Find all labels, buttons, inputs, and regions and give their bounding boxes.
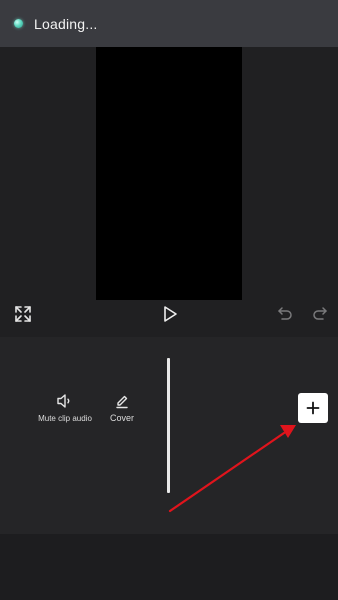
fullscreen-icon (15, 306, 31, 322)
add-clip-button[interactable] (298, 393, 328, 423)
cover-button[interactable]: Cover (104, 393, 140, 423)
redo-button[interactable] (311, 305, 329, 323)
video-frame[interactable] (96, 47, 242, 300)
timeline-playhead[interactable] (167, 358, 170, 493)
mute-clip-audio-button[interactable]: Mute clip audio (36, 393, 94, 423)
pencil-icon (116, 395, 128, 409)
status-text: Loading... (34, 15, 98, 32)
cover-label: Cover (109, 413, 134, 423)
fullscreen-button[interactable] (13, 304, 33, 324)
plus-icon (306, 401, 320, 415)
status-bar: Loading... (0, 0, 338, 47)
play-button[interactable] (160, 304, 180, 324)
mute-clip-audio-label: Mute clip audio (38, 414, 92, 423)
speaker-icon (57, 394, 70, 408)
loading-indicator-icon (14, 19, 23, 28)
video-preview-area (0, 47, 338, 337)
undo-button[interactable] (276, 305, 294, 323)
play-icon (164, 306, 177, 322)
redo-icon (313, 307, 327, 320)
undo-icon (278, 307, 292, 320)
